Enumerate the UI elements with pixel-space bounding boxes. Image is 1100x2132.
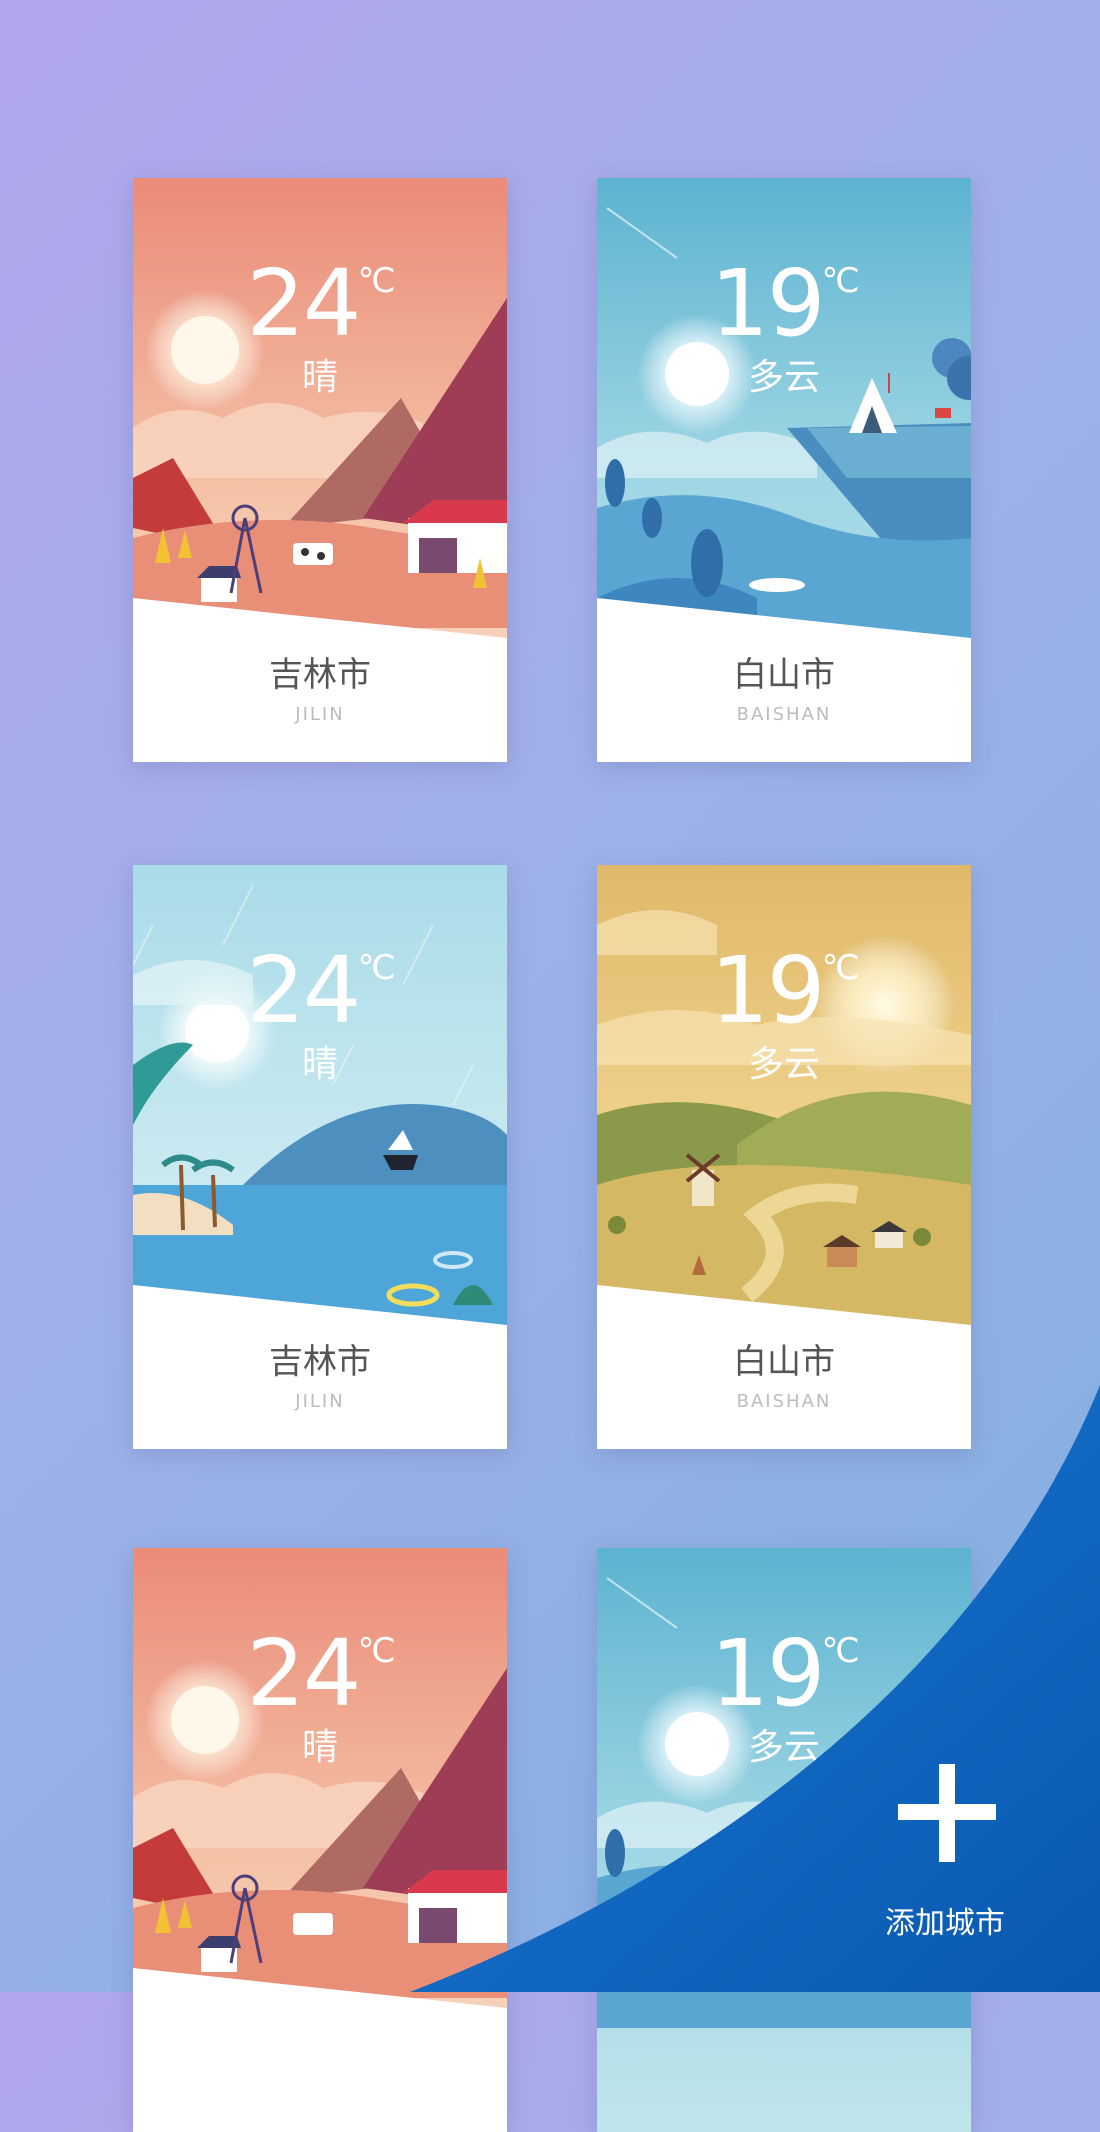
city-name-en: BAISHAN bbox=[736, 1391, 832, 1412]
city-name: 白山市 bbox=[733, 1342, 835, 1382]
weather-card[interactable]: 19℃ 多云 白山市 BAISHAN bbox=[597, 178, 971, 762]
temperature: 24℃ bbox=[246, 1620, 395, 1727]
weather-condition: 晴 bbox=[301, 1044, 338, 1085]
city-name: 白山市 bbox=[733, 655, 835, 695]
unit-label: ℃ bbox=[821, 1631, 859, 1671]
plus-icon bbox=[898, 1764, 996, 1862]
temperature: 24℃ bbox=[246, 250, 395, 357]
unit-label: ℃ bbox=[357, 261, 395, 301]
temperature: 19℃ bbox=[710, 1620, 859, 1727]
temperature: 24℃ bbox=[246, 937, 395, 1044]
add-city-button[interactable]: 添加城市 bbox=[860, 1750, 1030, 1950]
temperature: 19℃ bbox=[710, 937, 859, 1044]
city-name-en: BAISHAN bbox=[736, 704, 832, 725]
unit-label: ℃ bbox=[357, 948, 395, 988]
weather-condition: 晴 bbox=[301, 357, 338, 398]
add-city-label: 添加城市 bbox=[885, 1906, 1005, 1941]
city-name: 吉林市 bbox=[269, 1342, 371, 1382]
unit-label: ℃ bbox=[821, 948, 859, 988]
city-name-en: JILIN bbox=[295, 704, 345, 725]
weather-card[interactable]: 19℃ 多云 白山市 BAISHAN bbox=[597, 865, 971, 1449]
weather-card[interactable]: 24℃ 晴 bbox=[133, 1548, 507, 2132]
city-name: 吉林市 bbox=[269, 655, 371, 695]
city-name-en: JILIN bbox=[295, 1391, 345, 1412]
weather-condition: 多云 bbox=[747, 357, 820, 398]
weather-condition: 多云 bbox=[747, 1044, 820, 1085]
weather-condition: 晴 bbox=[301, 1727, 338, 1768]
unit-label: ℃ bbox=[357, 1631, 395, 1671]
temperature: 19℃ bbox=[710, 250, 859, 357]
weather-card[interactable]: 24℃ 晴 吉林市 JILIN bbox=[133, 178, 507, 762]
unit-label: ℃ bbox=[821, 261, 859, 301]
weather-card[interactable]: 24℃ 晴 吉林市 JILIN bbox=[133, 865, 507, 1449]
